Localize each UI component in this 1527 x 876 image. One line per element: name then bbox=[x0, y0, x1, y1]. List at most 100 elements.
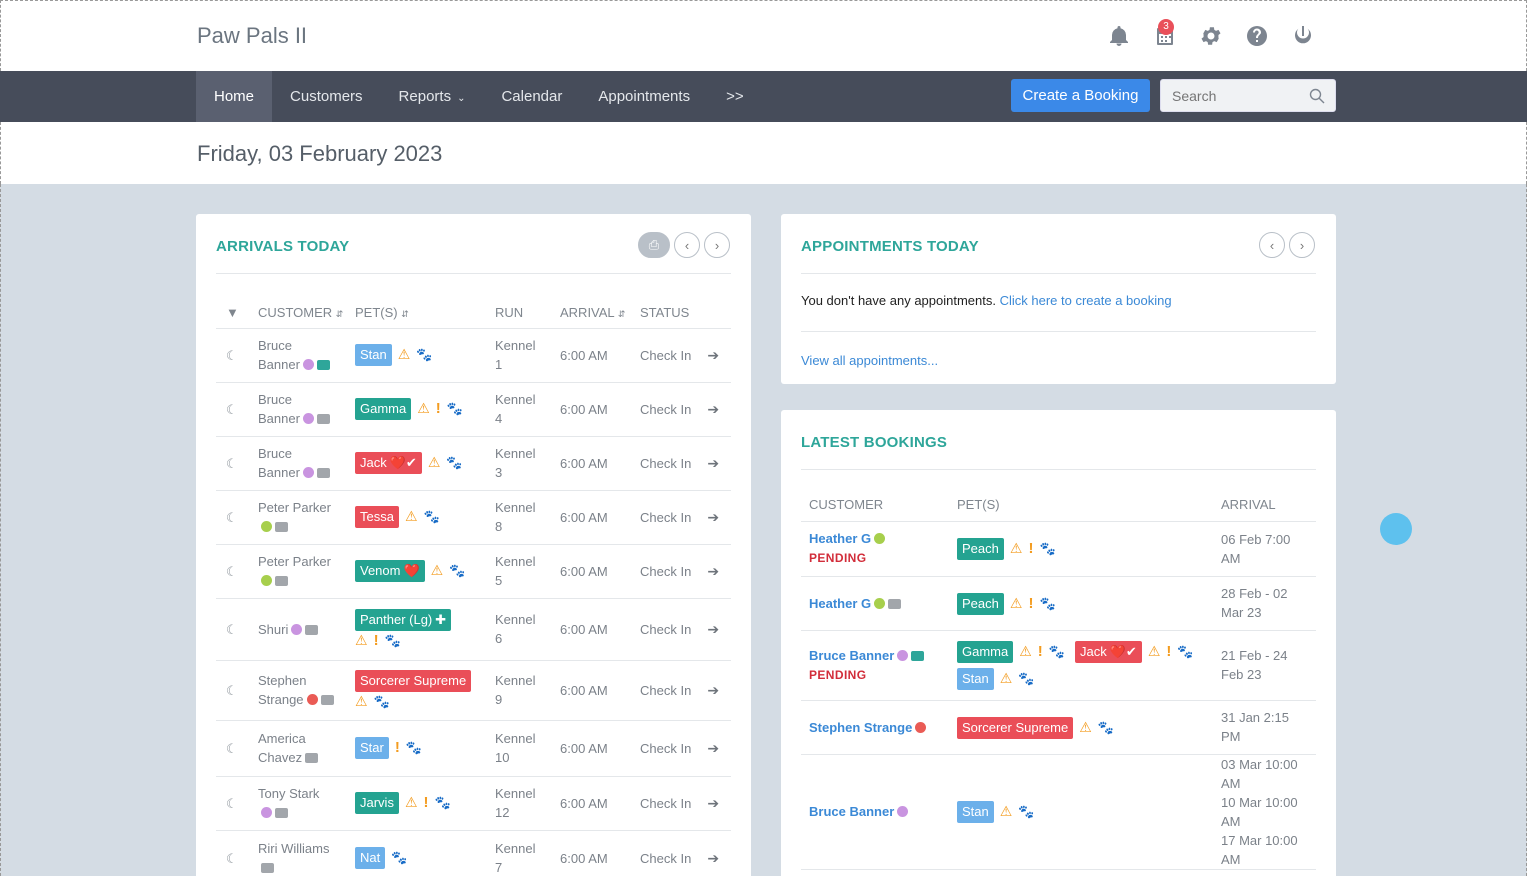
customer-link[interactable]: Bruce Banner bbox=[809, 804, 894, 819]
print-icon[interactable]: ⎙ bbox=[638, 232, 670, 258]
check-in-link[interactable]: Check In bbox=[640, 402, 691, 417]
table-row[interactable]: ☾ Stephen Strange Sorcerer Supreme ⚠ 🐾 Kennel 9… bbox=[216, 660, 731, 721]
customer-cell[interactable]: Stephen Strange bbox=[258, 660, 355, 721]
pet-tag[interactable]: Sorcerer Supreme bbox=[957, 716, 1074, 739]
customer-cell[interactable]: Heather G PENDING bbox=[801, 521, 949, 577]
table-row[interactable]: ☾ Bruce Banner Gamma ⚠! 🐾 Kennel 4 6:00 AM Check … bbox=[216, 382, 731, 437]
status-cell[interactable]: Check In ➔ bbox=[640, 660, 731, 721]
check-in-link[interactable]: Check In bbox=[640, 456, 691, 471]
status-cell[interactable]: Check In ➔ bbox=[640, 328, 731, 383]
customer-name-line2[interactable]: Banner bbox=[258, 411, 300, 426]
pet-tag[interactable]: Stan bbox=[355, 344, 392, 366]
customer-cell[interactable]: America Chavez bbox=[258, 720, 355, 777]
status-cell[interactable]: Check In ➔ bbox=[640, 776, 731, 831]
table-row[interactable]: ☾ Bruce Banner Stan ⚠ 🐾 Kennel 1 6:00 AM Check In… bbox=[216, 328, 731, 383]
arrow-right-icon[interactable]: ➔ bbox=[707, 509, 719, 525]
status-cell[interactable]: Check In ➔ bbox=[640, 436, 731, 491]
view-all-appointments-link[interactable]: View all appointments... bbox=[801, 353, 938, 368]
calendar-icon[interactable]: 3 bbox=[1142, 19, 1188, 51]
arrow-right-icon[interactable]: ➔ bbox=[707, 682, 719, 698]
status-cell[interactable]: Check In ➔ bbox=[640, 720, 731, 777]
app-title[interactable]: Paw Pals II bbox=[197, 23, 307, 49]
customer-link[interactable]: Stephen Strange bbox=[809, 720, 912, 735]
status-cell[interactable]: Check In ➔ bbox=[640, 598, 731, 661]
check-in-link[interactable]: Check In bbox=[640, 510, 691, 525]
customer-cell[interactable]: Heather G bbox=[801, 576, 949, 631]
table-row[interactable]: Stephen Strange Sorcerer Supreme ⚠ 🐾 31 Jan … bbox=[801, 700, 1316, 755]
pet-tag[interactable]: Jack ❤️✔ bbox=[1074, 641, 1142, 663]
check-in-link[interactable]: Check In bbox=[640, 683, 691, 698]
arrow-right-icon[interactable]: ➔ bbox=[707, 850, 719, 866]
customer-link[interactable]: Bruce Banner bbox=[809, 648, 894, 663]
pet-tag[interactable]: Peach bbox=[957, 538, 1004, 560]
table-row[interactable]: ☾ Bruce Banner Jack ❤️✔ ⚠ 🐾 Kennel 3 6:00 AM Check… bbox=[216, 436, 731, 491]
chevron-right-icon[interactable]: › bbox=[704, 232, 730, 258]
col-pets[interactable]: PET(S) ⇵ bbox=[355, 297, 495, 329]
help-icon[interactable] bbox=[1234, 21, 1280, 51]
chevron-left-icon[interactable]: ‹ bbox=[1259, 232, 1285, 258]
nav-customers[interactable]: Customers bbox=[272, 71, 381, 122]
chevron-left-icon[interactable]: ‹ bbox=[674, 232, 700, 258]
table-row[interactable]: ☾ Tony Stark Jarvis ⚠! 🐾 Kennel 12 6:00 AM Check… bbox=[216, 776, 731, 831]
customer-cell[interactable]: Bruce Banner bbox=[258, 328, 355, 383]
customer-cell[interactable]: Riri Williams bbox=[258, 830, 355, 876]
customer-cell[interactable]: Bruce Banner bbox=[258, 382, 355, 437]
check-in-link[interactable]: Check In bbox=[640, 622, 691, 637]
customer-cell[interactable]: Shuri bbox=[258, 598, 355, 661]
arrow-right-icon[interactable]: ➔ bbox=[707, 621, 719, 637]
pet-tag[interactable]: Sorcerer Supreme bbox=[355, 669, 472, 692]
pet-tag[interactable]: Nat bbox=[355, 847, 386, 869]
customer-name[interactable]: Bruce bbox=[258, 392, 292, 407]
customer-name[interactable]: Shuri bbox=[258, 622, 288, 637]
check-in-link[interactable]: Check In bbox=[640, 796, 691, 811]
table-row[interactable]: ☾ Peter Parker Tessa ⚠ 🐾 Kennel 8 6:00 AM Check … bbox=[216, 490, 731, 545]
check-in-link[interactable]: Check In bbox=[640, 741, 691, 756]
pet-tag[interactable]: Jack ❤️✔ bbox=[355, 452, 422, 474]
nav-reports[interactable]: Reports ⌄ bbox=[381, 71, 484, 122]
search-icon[interactable] bbox=[1309, 88, 1325, 104]
customer-cell[interactable]: Bruce Banner bbox=[801, 754, 949, 870]
table-row[interactable]: ☾ Shuri Panther (Lg) ✚ ⚠! 🐾 Kennel 6 6:00 AM Chec… bbox=[216, 598, 731, 661]
chevron-right-icon[interactable]: › bbox=[1289, 232, 1315, 258]
pet-tag[interactable]: Gamma bbox=[957, 641, 1014, 663]
status-cell[interactable]: Check In ➔ bbox=[640, 490, 731, 545]
power-icon[interactable] bbox=[1280, 21, 1326, 51]
table-row[interactable]: ☾ America Chavez Star! 🐾 Kennel 10 6:00 AM Check… bbox=[216, 720, 731, 777]
customer-cell[interactable]: Peter Parker bbox=[258, 544, 355, 599]
arrow-right-icon[interactable]: ➔ bbox=[707, 795, 719, 811]
filter-icon[interactable]: ▼ bbox=[226, 305, 239, 320]
arrow-right-icon[interactable]: ➔ bbox=[707, 347, 719, 363]
status-cell[interactable]: Check In ➔ bbox=[640, 382, 731, 437]
customer-cell[interactable]: Tony Stark bbox=[258, 776, 355, 831]
customer-name[interactable]: Stephen bbox=[258, 673, 306, 688]
arrow-right-icon[interactable]: ➔ bbox=[707, 401, 719, 417]
pet-tag[interactable]: Gamma bbox=[355, 398, 412, 420]
search-input[interactable] bbox=[1161, 80, 1301, 111]
table-row[interactable]: ☾ Peter Parker Venom ❤️ ⚠ 🐾 Kennel 5 6:00 AM Chec… bbox=[216, 544, 731, 599]
customer-name-line2[interactable]: Banner bbox=[258, 357, 300, 372]
customer-name-line2[interactable]: Banner bbox=[258, 465, 300, 480]
check-in-link[interactable]: Check In bbox=[640, 851, 691, 866]
customer-cell[interactable]: Stephen Strange bbox=[801, 700, 949, 755]
nav-home[interactable]: Home bbox=[196, 71, 273, 122]
customer-name-line2[interactable]: Strange bbox=[258, 692, 304, 707]
customer-cell[interactable]: Bruce Banner bbox=[258, 436, 355, 491]
customer-name[interactable]: Bruce bbox=[258, 338, 292, 353]
check-in-link[interactable]: Check In bbox=[640, 564, 691, 579]
customer-name[interactable]: Tony Stark bbox=[258, 786, 319, 801]
pet-tag[interactable]: Venom ❤️ bbox=[355, 560, 425, 582]
bell-icon[interactable] bbox=[1096, 21, 1142, 51]
status-cell[interactable]: Check In ➔ bbox=[640, 830, 731, 876]
customer-name[interactable]: Bruce bbox=[258, 446, 292, 461]
status-cell[interactable]: Check In ➔ bbox=[640, 544, 731, 599]
customer-name-line2[interactable]: Chavez bbox=[258, 750, 302, 765]
customer-name[interactable]: Peter Parker bbox=[258, 500, 331, 515]
col-arrival[interactable]: ARRIVAL ⇵ bbox=[560, 297, 640, 329]
customer-cell[interactable]: Peter Parker bbox=[258, 490, 355, 545]
arrow-right-icon[interactable]: ➔ bbox=[707, 740, 719, 756]
table-row[interactable]: Heather G Peach ⚠! 🐾 28 Feb - 02 Mar 23 bbox=[801, 576, 1316, 631]
table-row[interactable]: Bruce Banner PENDING Gamma ⚠! 🐾 Jack ❤️✔ ⚠! 🐾 Sta… bbox=[801, 630, 1316, 701]
customer-name[interactable]: Peter Parker bbox=[258, 554, 331, 569]
create-booking-link[interactable]: Click here to create a booking bbox=[1000, 293, 1172, 308]
nav-calendar[interactable]: Calendar bbox=[483, 71, 580, 122]
